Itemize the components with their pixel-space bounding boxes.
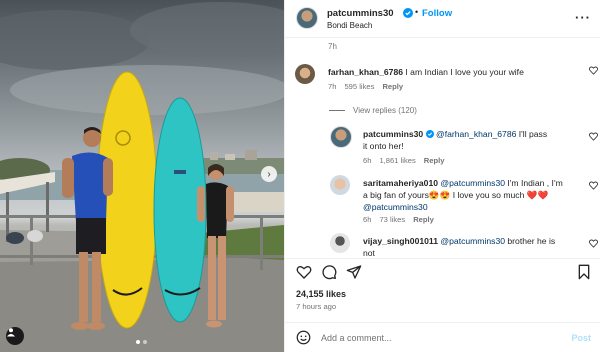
view-replies-button[interactable]: View replies (120) — [329, 106, 417, 115]
comment-mention[interactable]: @patcummins30 — [363, 202, 428, 212]
add-comment-input[interactable] — [321, 329, 551, 347]
verified-badge-icon — [425, 130, 434, 138]
comment-likes[interactable]: 73 likes — [379, 215, 405, 224]
author-avatar[interactable] — [296, 7, 318, 29]
reply-button[interactable]: Reply — [424, 156, 445, 165]
comment-text: saritamaheriya010 @patcummins30 I'm Indi… — [363, 177, 563, 213]
view-replies-label: View replies (120) — [353, 106, 417, 115]
commenter-avatar[interactable] — [330, 126, 352, 148]
comment-username[interactable]: saritamaheriya010 — [363, 178, 438, 188]
comment-text: vijay_singh001011 @patcummins30 brother … — [363, 235, 563, 257]
comment-text: patcummins30 @farhan_khan_6786 I'll pass… — [363, 128, 548, 152]
comment-meta: 7h 595 likes Reply — [328, 82, 403, 91]
comment-time: 6h — [363, 156, 372, 165]
comment-mention[interactable]: @patcummins30 — [440, 178, 505, 188]
heart-icon[interactable] — [589, 66, 598, 75]
commenter-avatar[interactable] — [330, 175, 350, 195]
comment-time: 7h — [328, 82, 337, 91]
bookmark-icon[interactable] — [577, 264, 591, 280]
comment-mention[interactable]: @farhan_khan_6786 — [436, 129, 516, 139]
comment-icon[interactable] — [321, 264, 337, 280]
comment-text: farhan_khan_6786 I am Indian I love you … — [328, 66, 558, 78]
user-tag-button[interactable] — [6, 327, 24, 345]
chevron-right-icon: › — [267, 168, 271, 180]
follow-button[interactable]: Follow — [422, 8, 452, 19]
comment-likes[interactable]: 1,861 likes — [379, 156, 415, 165]
comment-mention[interactable]: @patcummins30 — [440, 236, 505, 246]
post-timestamp: 7 hours ago — [296, 302, 337, 311]
add-comment-bar: Post — [285, 322, 600, 352]
comment-meta: 6h 73 likes Reply — [363, 215, 434, 224]
reply-button[interactable]: Reply — [382, 82, 403, 91]
heart-icon[interactable] — [589, 181, 598, 190]
comment-username[interactable]: vijay_singh001011 — [363, 236, 438, 246]
post-side-panel: patcummins30 • Follow Bondi Beach ··· 7h… — [284, 0, 600, 352]
comments-list[interactable]: 7h farhan_khan_6786 I am Indian I love y… — [285, 38, 600, 257]
commenter-avatar[interactable] — [330, 233, 350, 253]
verified-badge-icon — [403, 8, 413, 18]
author-username[interactable]: patcummins30 — [327, 8, 394, 19]
carousel-dot — [136, 340, 140, 344]
post-location[interactable]: Bondi Beach — [327, 21, 372, 30]
user-tag-icon — [7, 328, 15, 337]
heart-icon[interactable] — [589, 132, 598, 141]
beach-surfboards-photo — [0, 2, 284, 352]
post-actions — [285, 258, 600, 284]
comment-likes[interactable]: 595 likes — [344, 82, 374, 91]
comment-username[interactable]: farhan_khan_6786 — [328, 67, 403, 77]
heart-icon[interactable] — [296, 264, 312, 280]
comment-time: 6h — [363, 215, 372, 224]
reply-button[interactable]: Reply — [413, 215, 434, 224]
comment-meta: 6h 1,861 likes Reply — [363, 156, 444, 165]
divider-line — [329, 110, 345, 111]
post-likes-count[interactable]: 24,155 likes — [296, 289, 346, 299]
post-header: patcummins30 • Follow Bondi Beach ··· — [285, 0, 600, 38]
carousel-dot — [143, 340, 147, 344]
smiley-icon[interactable] — [296, 330, 311, 345]
post-comment-button[interactable]: Post — [571, 333, 591, 343]
carousel-dots — [136, 340, 147, 344]
paper-plane-icon[interactable] — [346, 264, 362, 280]
carousel-next-button[interactable]: › — [261, 166, 277, 182]
comment-message: I am Indian I love you your wife — [405, 67, 524, 77]
separator-dot: • — [415, 7, 419, 17]
heart-icon[interactable] — [589, 239, 598, 248]
post-photo[interactable]: › — [0, 0, 284, 352]
comment-username[interactable]: patcummins30 — [363, 129, 423, 139]
commenter-avatar[interactable] — [295, 64, 315, 84]
caption-timestamp: 7h — [328, 42, 337, 51]
more-options-icon[interactable]: ··· — [575, 10, 591, 25]
